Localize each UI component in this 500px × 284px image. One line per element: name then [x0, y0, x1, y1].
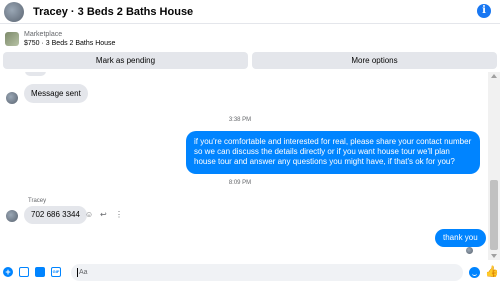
- message-input[interactable]: Aa: [71, 263, 463, 281]
- chat-header: Tracey · 3 Beds 2 Baths House i: [0, 0, 500, 24]
- more-dots-icon[interactable]: ⋮: [115, 210, 123, 220]
- plus-circle-icon[interactable]: +: [3, 267, 13, 277]
- emoji-icon[interactable]: [469, 266, 480, 278]
- mark-as-pending-button[interactable]: Mark as pending: [3, 52, 248, 69]
- info-icon[interactable]: i: [477, 4, 491, 18]
- image-icon[interactable]: [19, 267, 29, 277]
- reply-icon[interactable]: ↩: [100, 210, 107, 220]
- scroll-down-arrow-icon[interactable]: [491, 254, 497, 258]
- smiley-icon[interactable]: ☺: [85, 210, 93, 220]
- scroll-thumb[interactable]: [490, 180, 498, 250]
- message-bubble-incoming[interactable]: 702 686 3344: [24, 206, 87, 224]
- read-receipt-avatar: [466, 247, 473, 254]
- message-bubble-incoming[interactable]: Message sent: [24, 84, 88, 103]
- listing-label: Marketplace: [24, 31, 63, 38]
- message-bubble-outgoing[interactable]: thank you: [435, 229, 486, 247]
- message-input-placeholder: Aa: [79, 268, 88, 276]
- message-text: 702 686 3344: [31, 210, 80, 219]
- avatar[interactable]: [6, 92, 18, 104]
- message-bubble-incoming: ...: [25, 72, 46, 76]
- avatar[interactable]: [6, 210, 18, 222]
- sender-name: Tracey: [28, 198, 47, 204]
- message-text: if you're comfortable and interested for…: [194, 137, 472, 166]
- gif-icon[interactable]: GIF: [51, 267, 61, 277]
- timestamp: 3:38 PM: [228, 117, 252, 123]
- message-bubble-outgoing[interactable]: if you're comfortable and interested for…: [186, 131, 480, 174]
- message-text: thank you: [443, 233, 478, 242]
- message-composer: + GIF Aa 👍: [0, 260, 500, 284]
- scroll-up-arrow-icon[interactable]: [491, 74, 497, 78]
- timestamp: 8:09 PM: [228, 180, 252, 186]
- sticker-icon[interactable]: [35, 267, 45, 277]
- listing-detail: $750 · 3 Beds 2 Baths House: [24, 40, 116, 47]
- more-options-button[interactable]: More options: [252, 52, 497, 69]
- listing-thumbnail: [5, 32, 19, 46]
- thumbs-up-icon[interactable]: 👍: [485, 266, 499, 278]
- avatar[interactable]: [4, 1, 24, 22]
- message-text: Message sent: [31, 89, 81, 98]
- message-list[interactable]: ... Message sent 3:38 PM if you're comfo…: [0, 72, 486, 260]
- conversation-title[interactable]: Tracey · 3 Beds 2 Baths House: [33, 6, 193, 18]
- scrollbar[interactable]: [488, 72, 500, 260]
- text-caret: [77, 267, 78, 277]
- marketplace-listing[interactable]: Marketplace $750 · 3 Beds 2 Baths House: [0, 28, 500, 50]
- action-bar: Mark as pending More options: [3, 52, 497, 69]
